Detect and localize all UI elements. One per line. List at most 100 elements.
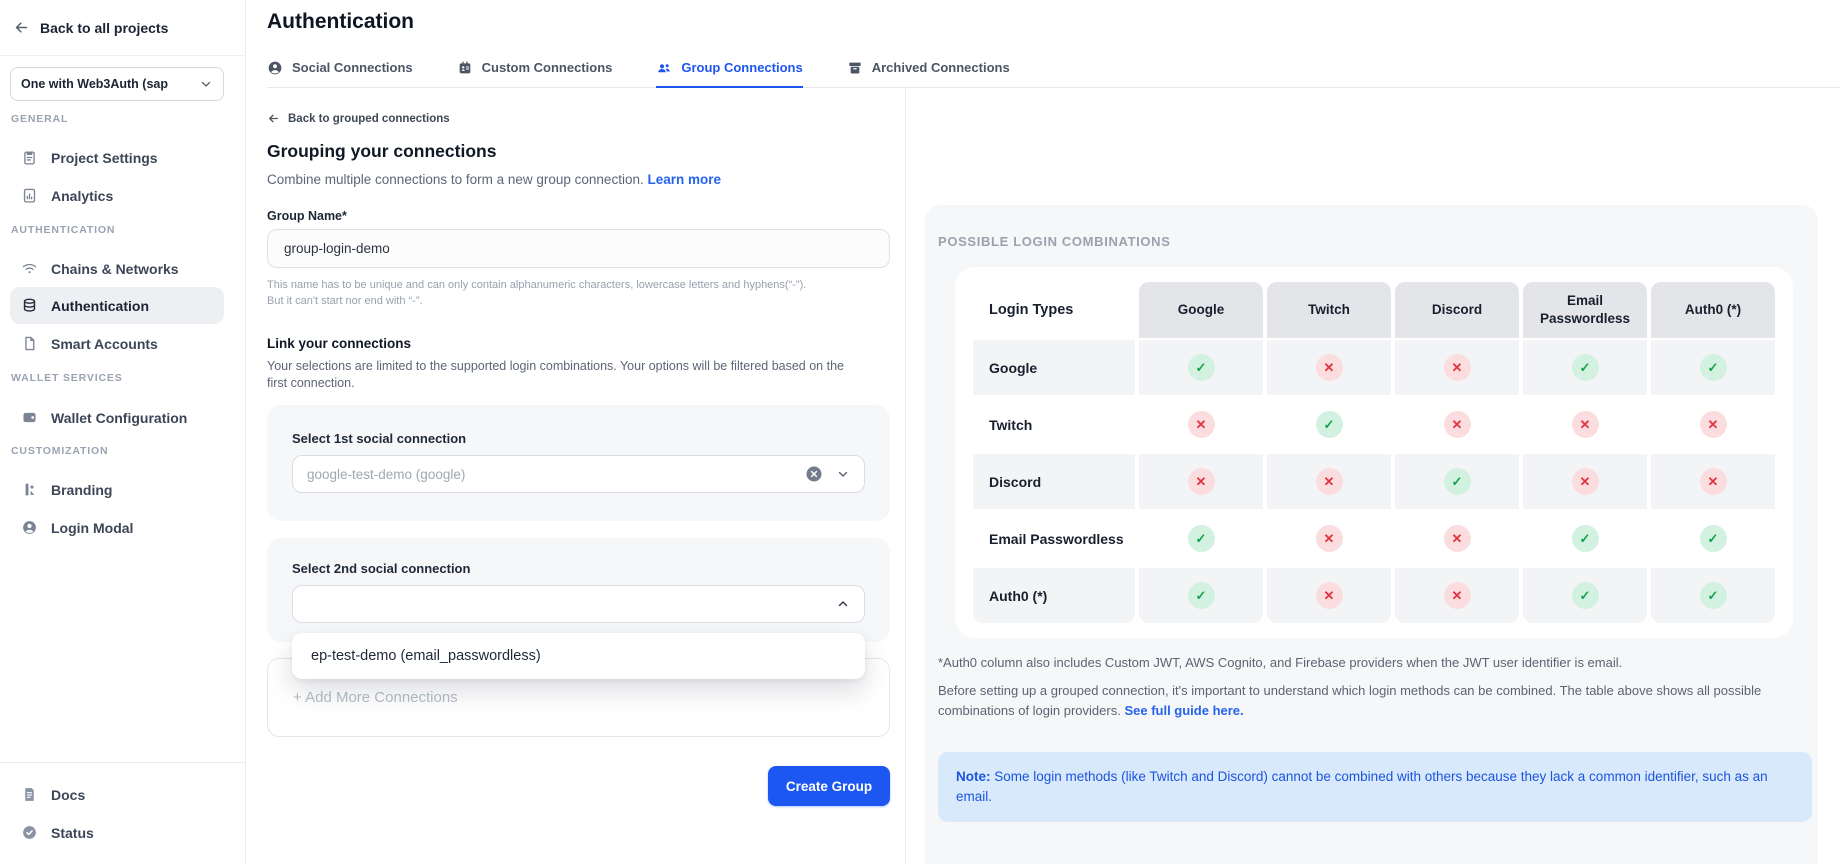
check-icon: ✓ bbox=[1316, 411, 1343, 438]
first-connection-card: Select 1st social connection google-test… bbox=[267, 405, 890, 521]
chevron-down-icon bbox=[199, 77, 213, 91]
combos-row: Email Passwordless✓✕✕✓✓ bbox=[973, 511, 1775, 566]
sidebar-item-label: Authentication bbox=[51, 298, 149, 314]
combos-cell: ✕ bbox=[1267, 340, 1391, 395]
cross-icon: ✕ bbox=[1188, 411, 1215, 438]
combos-corner-header: Login Types bbox=[973, 282, 1135, 338]
auth0-footnote: *Auth0 column also includes Custom JWT, … bbox=[938, 655, 1798, 670]
learn-more-link[interactable]: Learn more bbox=[647, 172, 721, 187]
combos-body: Google✓✕✕✓✓Twitch✕✓✕✕✕Discord✕✕✓✕✕Email … bbox=[973, 340, 1775, 623]
group-name-label: Group Name* bbox=[267, 209, 347, 223]
tab-label: Social Connections bbox=[292, 60, 413, 75]
sidebar-item-login-modal[interactable]: Login Modal bbox=[10, 509, 224, 546]
sidebar-item-smart-accounts[interactable]: Smart Accounts bbox=[10, 325, 224, 362]
tab-archived-connections[interactable]: Archived Connections bbox=[847, 51, 1010, 88]
tab-label: Group Connections bbox=[681, 60, 802, 75]
create-group-button[interactable]: Create Group bbox=[768, 766, 890, 806]
sidebar-item-project-settings[interactable]: Project Settings bbox=[10, 139, 224, 176]
check-icon: ✓ bbox=[1188, 525, 1215, 552]
cross-icon: ✕ bbox=[1444, 525, 1471, 552]
section-label-authentication: AUTHENTICATION bbox=[11, 224, 115, 236]
back-arrow-icon bbox=[13, 19, 30, 36]
combos-cell: ✕ bbox=[1267, 454, 1391, 509]
sidebar-footer-divider bbox=[0, 762, 245, 763]
see-full-guide-link[interactable]: See full guide here. bbox=[1124, 703, 1243, 718]
first-connection-select[interactable]: google-test-demo (google) bbox=[292, 455, 865, 493]
back-to-grouped-connections-link[interactable]: Back to grouped connections bbox=[267, 112, 450, 125]
helper-line-2: But it can't start nor end with “-”. bbox=[267, 293, 867, 309]
sidebar-item-authentication[interactable]: Authentication bbox=[10, 287, 224, 324]
status-check-circle-icon bbox=[21, 824, 38, 841]
sidebar-item-label: Docs bbox=[51, 787, 85, 803]
back-to-projects-link[interactable]: Back to all projects bbox=[0, 0, 245, 56]
page-title: Authentication bbox=[267, 10, 414, 34]
sidebar-item-branding[interactable]: Branding bbox=[10, 471, 224, 508]
sidebar-item-status[interactable]: Status bbox=[10, 814, 224, 851]
link-connections-title: Link your connections bbox=[267, 336, 411, 351]
sidebar-item-analytics[interactable]: Analytics bbox=[10, 177, 224, 214]
check-icon: ✓ bbox=[1444, 468, 1471, 495]
combos-table: Login TypesGoogleTwitchDiscordEmail Pass… bbox=[969, 280, 1779, 625]
combos-cell: ✓ bbox=[1395, 454, 1519, 509]
combos-cell: ✕ bbox=[1651, 454, 1775, 509]
connection-dropdown-option[interactable]: ep-test-demo (email_passwordless) bbox=[292, 633, 865, 679]
combos-cell: ✕ bbox=[1267, 511, 1391, 566]
section-label-general: GENERAL bbox=[11, 113, 68, 125]
app-root: Back to all projects One with Web3Auth (… bbox=[0, 0, 1840, 864]
check-icon: ✓ bbox=[1572, 354, 1599, 381]
combos-row: Twitch✕✓✕✕✕ bbox=[973, 397, 1775, 452]
tab-bar: Social Connections Custom Connections Gr… bbox=[267, 51, 1840, 88]
brand-brush-icon bbox=[21, 481, 38, 498]
note-box: Note: Some login methods (like Twitch an… bbox=[938, 752, 1812, 822]
sidebar-item-docs[interactable]: Docs bbox=[10, 776, 224, 813]
cross-icon: ✕ bbox=[1444, 411, 1471, 438]
clear-selection-icon[interactable] bbox=[805, 465, 823, 483]
combos-row-label: Email Passwordless bbox=[973, 511, 1135, 566]
sidebar-item-chains-networks[interactable]: Chains & Networks bbox=[10, 250, 224, 287]
project-selector[interactable]: One with Web3Auth (sap bbox=[10, 67, 224, 101]
cross-icon: ✕ bbox=[1444, 354, 1471, 381]
second-connection-select[interactable] bbox=[292, 585, 865, 623]
check-icon: ✓ bbox=[1188, 582, 1215, 609]
sidebar-item-label: Chains & Networks bbox=[51, 261, 179, 277]
combos-column-header: Auth0 (*) bbox=[1651, 282, 1775, 338]
combos-cell: ✓ bbox=[1523, 568, 1647, 623]
tab-custom-connections[interactable]: Custom Connections bbox=[457, 51, 613, 88]
group-name-input[interactable] bbox=[267, 229, 890, 268]
note-text: Some login methods (like Twitch and Disc… bbox=[956, 769, 1768, 804]
combos-column-header: Google bbox=[1139, 282, 1263, 338]
tab-group-connections[interactable]: Group Connections bbox=[656, 51, 802, 88]
file-icon bbox=[21, 335, 38, 352]
combos-row-label: Auth0 (*) bbox=[973, 568, 1135, 623]
cross-icon: ✕ bbox=[1572, 411, 1599, 438]
combos-row-label: Google bbox=[973, 340, 1135, 395]
vertical-divider bbox=[905, 88, 906, 864]
section-description: Combine multiple connections to form a n… bbox=[267, 172, 721, 187]
section-label-wallet-services: WALLET SERVICES bbox=[11, 372, 123, 384]
sidebar-item-label: Smart Accounts bbox=[51, 336, 158, 352]
combos-cell: ✕ bbox=[1267, 568, 1391, 623]
combos-row: Discord✕✕✓✕✕ bbox=[973, 454, 1775, 509]
combos-cell: ✓ bbox=[1139, 340, 1263, 395]
sidebar-item-label: Project Settings bbox=[51, 150, 158, 166]
user-circle-icon bbox=[21, 519, 38, 536]
id-badge-icon bbox=[457, 60, 473, 76]
combos-cell: ✓ bbox=[1523, 340, 1647, 395]
sidebar-item-label: Branding bbox=[51, 482, 112, 498]
first-connection-value: google-test-demo (google) bbox=[307, 467, 805, 482]
back-to-projects-label: Back to all projects bbox=[40, 20, 168, 36]
combos-column-header: Email Passwordless bbox=[1523, 282, 1647, 338]
check-icon: ✓ bbox=[1700, 582, 1727, 609]
sidebar-item-label: Login Modal bbox=[51, 520, 133, 536]
chevron-down-icon bbox=[836, 467, 850, 481]
clipboard-icon bbox=[21, 149, 38, 166]
combos-cell: ✕ bbox=[1651, 397, 1775, 452]
sidebar-item-wallet-configuration[interactable]: Wallet Configuration bbox=[10, 399, 224, 436]
combinations-footnote: Before setting up a grouped connection, … bbox=[938, 681, 1810, 721]
wifi-icon bbox=[21, 260, 38, 277]
cross-icon: ✕ bbox=[1572, 468, 1599, 495]
combos-cell: ✕ bbox=[1523, 454, 1647, 509]
tab-social-connections[interactable]: Social Connections bbox=[267, 51, 413, 88]
cross-icon: ✕ bbox=[1316, 525, 1343, 552]
docs-icon bbox=[21, 786, 38, 803]
